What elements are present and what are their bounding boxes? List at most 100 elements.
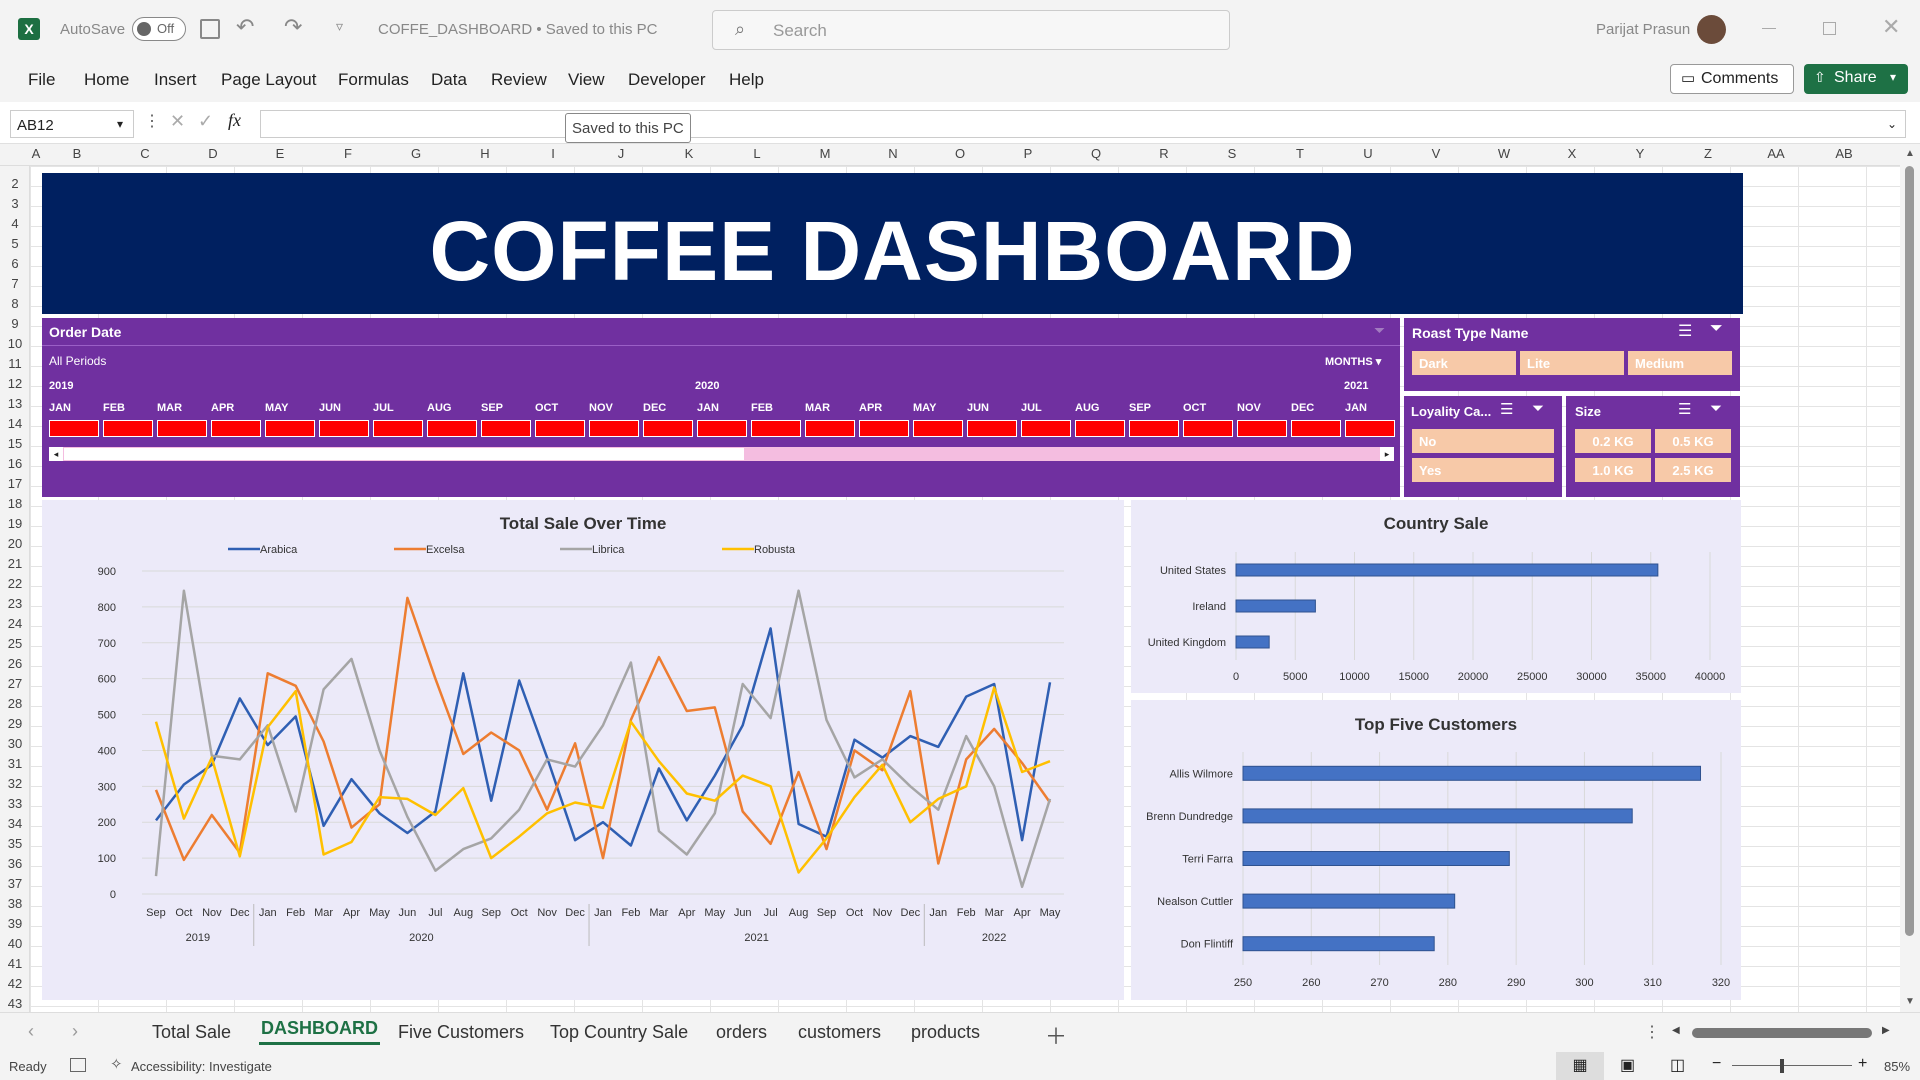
x-tick-label: 35000 bbox=[1635, 671, 1666, 683]
sheet-tab[interactable]: Total Sale bbox=[152, 1022, 231, 1043]
y-tick-label: 900 bbox=[98, 566, 116, 578]
x-tick-label: 15000 bbox=[1398, 671, 1429, 683]
x-tick-label: Mar bbox=[314, 907, 333, 919]
prev-sheet-icon[interactable]: ‹ bbox=[28, 1021, 34, 1042]
dashboard-charts: Total Sale Over Time 0 100 200 300 400 500 600 7… bbox=[98, 514, 1731, 989]
category-label: United States bbox=[1160, 565, 1227, 577]
bar bbox=[1242, 851, 1510, 866]
sheet-tab[interactable]: DASHBOARD bbox=[259, 1018, 380, 1045]
zoom-slider-thumb[interactable] bbox=[1780, 1059, 1784, 1073]
accessibility-status[interactable]: Accessibility: Investigate bbox=[131, 1059, 272, 1074]
x-tick-label: Jan bbox=[594, 907, 612, 919]
x-tick-label: 320 bbox=[1712, 977, 1730, 989]
y-tick-label: 200 bbox=[98, 817, 116, 829]
zoom-in-icon[interactable]: + bbox=[1858, 1055, 1867, 1073]
bar bbox=[1242, 765, 1702, 781]
sheet-tab[interactable]: customers bbox=[798, 1022, 881, 1043]
x-tick-label: 30000 bbox=[1576, 671, 1607, 683]
scroll-thumb[interactable] bbox=[1692, 1028, 1872, 1038]
x-tick-label: 290 bbox=[1507, 977, 1525, 989]
year-label: 2019 bbox=[186, 932, 210, 944]
x-tick-label: Dec bbox=[230, 907, 250, 919]
vertical-scrollbar[interactable]: ▲ ▼ bbox=[1900, 144, 1920, 1012]
horizontal-scrollbar[interactable]: ◀ ▶ bbox=[1672, 1025, 1890, 1039]
y-tick-label: 0 bbox=[110, 889, 116, 901]
category-label: Allis Wilmore bbox=[1169, 768, 1233, 780]
x-tick-label: Apr bbox=[1014, 907, 1031, 919]
x-tick-label: Feb bbox=[621, 907, 640, 919]
scroll-down-icon[interactable]: ▼ bbox=[1905, 996, 1915, 1007]
page-layout-view-icon[interactable]: ▣ bbox=[1620, 1055, 1635, 1075]
x-tick-label: 300 bbox=[1575, 977, 1593, 989]
x-tick-label: Apr bbox=[678, 907, 695, 919]
x-tick-label: 25000 bbox=[1517, 671, 1548, 683]
x-tick-label: Sep bbox=[481, 907, 501, 919]
accessibility-icon[interactable]: ✧ bbox=[110, 1055, 123, 1073]
x-tick-label: Mar bbox=[985, 907, 1004, 919]
sheet-tab[interactable]: Top Country Sale bbox=[550, 1022, 688, 1043]
chart-title: Total Sale Over Time bbox=[500, 514, 667, 533]
chart-title: Top Five Customers bbox=[1355, 715, 1517, 734]
y-tick-label: 400 bbox=[98, 745, 116, 757]
chart-title: Country Sale bbox=[1384, 514, 1489, 533]
normal-view-icon[interactable]: ▦ bbox=[1556, 1052, 1604, 1080]
x-tick-label: Jan bbox=[259, 907, 277, 919]
x-tick-label: Jan bbox=[929, 907, 947, 919]
legend-label: Librica bbox=[592, 544, 625, 556]
series-line-robusta bbox=[154, 686, 1051, 874]
category-label: Don Flintiff bbox=[1181, 939, 1234, 951]
next-sheet-icon[interactable]: › bbox=[72, 1021, 78, 1042]
sheet-tab[interactable]: Five Customers bbox=[398, 1022, 524, 1043]
scroll-left-icon[interactable]: ◀ bbox=[1672, 1025, 1680, 1036]
x-tick-label: 270 bbox=[1370, 977, 1388, 989]
x-tick-label: 260 bbox=[1302, 977, 1320, 989]
category-label: Nealson Cuttler bbox=[1157, 896, 1233, 908]
x-tick-label: May bbox=[1040, 907, 1061, 919]
year-label: 2020 bbox=[409, 932, 433, 944]
x-tick-label: 250 bbox=[1234, 977, 1252, 989]
status-bar: Ready ✧ Accessibility: Investigate ▦ ▣ ◫… bbox=[0, 1052, 1920, 1080]
x-tick-label: Oct bbox=[175, 907, 192, 919]
x-tick-label: Nov bbox=[537, 907, 557, 919]
x-tick-label: 20000 bbox=[1458, 671, 1489, 683]
sheet-tab[interactable]: products bbox=[911, 1022, 980, 1043]
x-tick-label: Feb bbox=[957, 907, 976, 919]
x-tick-label: Sep bbox=[817, 907, 837, 919]
x-tick-label: Jul bbox=[428, 907, 442, 919]
y-tick-label: 800 bbox=[98, 602, 116, 614]
zoom-slider[interactable] bbox=[1732, 1065, 1852, 1066]
zoom-out-icon[interactable]: − bbox=[1712, 1055, 1721, 1073]
zoom-level[interactable]: 85% bbox=[1884, 1059, 1910, 1074]
x-tick-label: Oct bbox=[511, 907, 528, 919]
sheet-tab[interactable]: orders bbox=[716, 1022, 767, 1043]
x-tick-label: Feb bbox=[286, 907, 305, 919]
x-tick-label: Mar bbox=[649, 907, 668, 919]
scroll-thumb[interactable] bbox=[1905, 166, 1914, 936]
bar bbox=[1242, 893, 1456, 909]
x-tick-label: Nov bbox=[202, 907, 222, 919]
macro-record-icon[interactable] bbox=[70, 1058, 86, 1072]
x-tick-label: Jul bbox=[764, 907, 778, 919]
sheet-tab-bar: ‹ › Total Sale DASHBOARD Five Customers Top… bbox=[0, 1012, 1920, 1052]
x-tick-label: Nov bbox=[873, 907, 893, 919]
more-icon[interactable]: ⋮ bbox=[1644, 1022, 1660, 1042]
x-tick-label: 40000 bbox=[1695, 671, 1726, 683]
legend-label: Excelsa bbox=[426, 544, 465, 556]
x-tick-label: 310 bbox=[1644, 977, 1662, 989]
page-break-view-icon[interactable]: ◫ bbox=[1670, 1055, 1685, 1075]
y-tick-label: 300 bbox=[98, 781, 116, 793]
scroll-up-icon[interactable]: ▲ bbox=[1905, 148, 1915, 159]
year-label: 2021 bbox=[744, 932, 768, 944]
category-label: Terri Farra bbox=[1182, 854, 1234, 866]
x-tick-label: Dec bbox=[565, 907, 585, 919]
x-tick-label: Aug bbox=[454, 907, 474, 919]
y-tick-label: 100 bbox=[98, 853, 116, 865]
x-tick-label: 5000 bbox=[1283, 671, 1307, 683]
x-tick-label: Apr bbox=[343, 907, 360, 919]
category-label: United Kingdom bbox=[1148, 637, 1226, 649]
bar bbox=[1242, 808, 1633, 824]
add-sheet-icon[interactable]: ＋ bbox=[1045, 1019, 1067, 1051]
x-tick-label: Aug bbox=[789, 907, 809, 919]
scroll-right-icon[interactable]: ▶ bbox=[1882, 1025, 1890, 1036]
x-tick-label: 10000 bbox=[1339, 671, 1370, 683]
